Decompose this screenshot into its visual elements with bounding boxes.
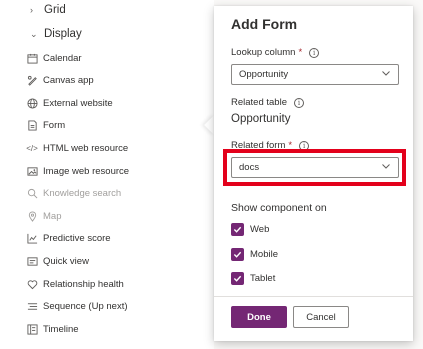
timeline-icon (26, 323, 38, 335)
component-label: External website (43, 97, 113, 109)
related-table-label-text: Related table (231, 97, 287, 108)
section-label: Grid (44, 4, 66, 16)
checkmark-icon[interactable] (231, 272, 244, 285)
checkbox-label: Tablet (250, 273, 276, 284)
globe-icon (26, 97, 38, 109)
component-label: Timeline (43, 323, 79, 335)
checkbox-tablet[interactable]: Tablet (231, 272, 275, 285)
sequence-icon (26, 300, 38, 312)
component-predictive-score[interactable]: Predictive score (26, 227, 111, 249)
section-grid[interactable]: › Grid (30, 0, 66, 20)
map-icon (26, 210, 38, 222)
component-label: Knowledge search (43, 187, 122, 199)
chevron-down-icon (381, 68, 391, 81)
form-icon (26, 119, 38, 131)
lookup-column-value: Opportunity (239, 69, 289, 80)
info-icon[interactable]: i (293, 97, 304, 108)
canvas-app-icon (26, 74, 38, 86)
component-label: HTML web resource (43, 142, 129, 154)
calendar-icon (26, 52, 38, 64)
heart-icon (26, 278, 38, 290)
dialog-title: Add Form (231, 16, 298, 32)
checkmark-icon[interactable] (231, 248, 244, 261)
component-label: Calendar (43, 52, 82, 64)
related-table-label: Related table i (231, 97, 304, 108)
checkbox-label: Mobile (250, 249, 278, 260)
component-sequence[interactable]: Sequence (Up next) (26, 295, 128, 317)
component-canvas-app[interactable]: Canvas app (26, 69, 94, 91)
component-relationship-health[interactable]: Relationship health (26, 273, 124, 295)
done-button[interactable]: Done (231, 306, 287, 328)
highlight-box (223, 149, 406, 186)
lookup-column-label-text: Lookup column (231, 47, 296, 58)
component-knowledge-search: Knowledge search (26, 182, 121, 204)
component-quick-view[interactable]: Quick view (26, 250, 89, 272)
component-image-web-resource[interactable]: Image web resource (26, 160, 129, 182)
component-label: Image web resource (43, 165, 130, 177)
component-timeline[interactable]: Timeline (26, 318, 79, 340)
code-icon: </> (26, 143, 38, 153)
component-label: Predictive score (43, 232, 111, 244)
component-calendar[interactable]: Calendar (26, 47, 82, 69)
component-label: Sequence (Up next) (43, 300, 128, 312)
component-label: Quick view (43, 255, 89, 267)
chevron-down-icon: ⌄ (30, 28, 38, 39)
checkbox-web[interactable]: Web (231, 223, 269, 236)
checkmark-icon[interactable] (231, 223, 244, 236)
checkbox-label: Web (250, 224, 270, 235)
image-icon (26, 165, 38, 177)
required-mark: * (298, 47, 303, 58)
checkbox-mobile[interactable]: Mobile (231, 248, 278, 261)
section-label: Display (44, 28, 82, 40)
components-panel: › Grid ⌄ Display Calendar Canvas app Ext… (0, 0, 214, 349)
show-component-label: Show component on (231, 202, 327, 214)
cancel-button[interactable]: Cancel (293, 306, 349, 328)
component-form[interactable]: Form (26, 114, 65, 136)
lookup-column-label: Lookup column * i (231, 47, 320, 58)
component-label: Canvas app (43, 74, 94, 86)
section-display[interactable]: ⌄ Display (30, 24, 82, 44)
component-external-website[interactable]: External website (26, 92, 113, 114)
component-label: Relationship health (43, 278, 124, 290)
component-html-web-resource[interactable]: </> HTML web resource (26, 137, 128, 159)
dialog-divider (214, 296, 413, 297)
chart-icon (26, 232, 38, 244)
search-icon (26, 187, 38, 199)
chevron-right-icon: › (30, 5, 33, 15)
related-table-value: Opportunity (231, 113, 291, 125)
component-label: Map (43, 210, 62, 222)
component-label: Form (43, 119, 66, 131)
info-icon[interactable]: i (309, 47, 320, 58)
quick-view-icon (26, 255, 38, 267)
component-map: Map (26, 205, 61, 227)
lookup-column-select[interactable]: Opportunity (231, 64, 399, 85)
